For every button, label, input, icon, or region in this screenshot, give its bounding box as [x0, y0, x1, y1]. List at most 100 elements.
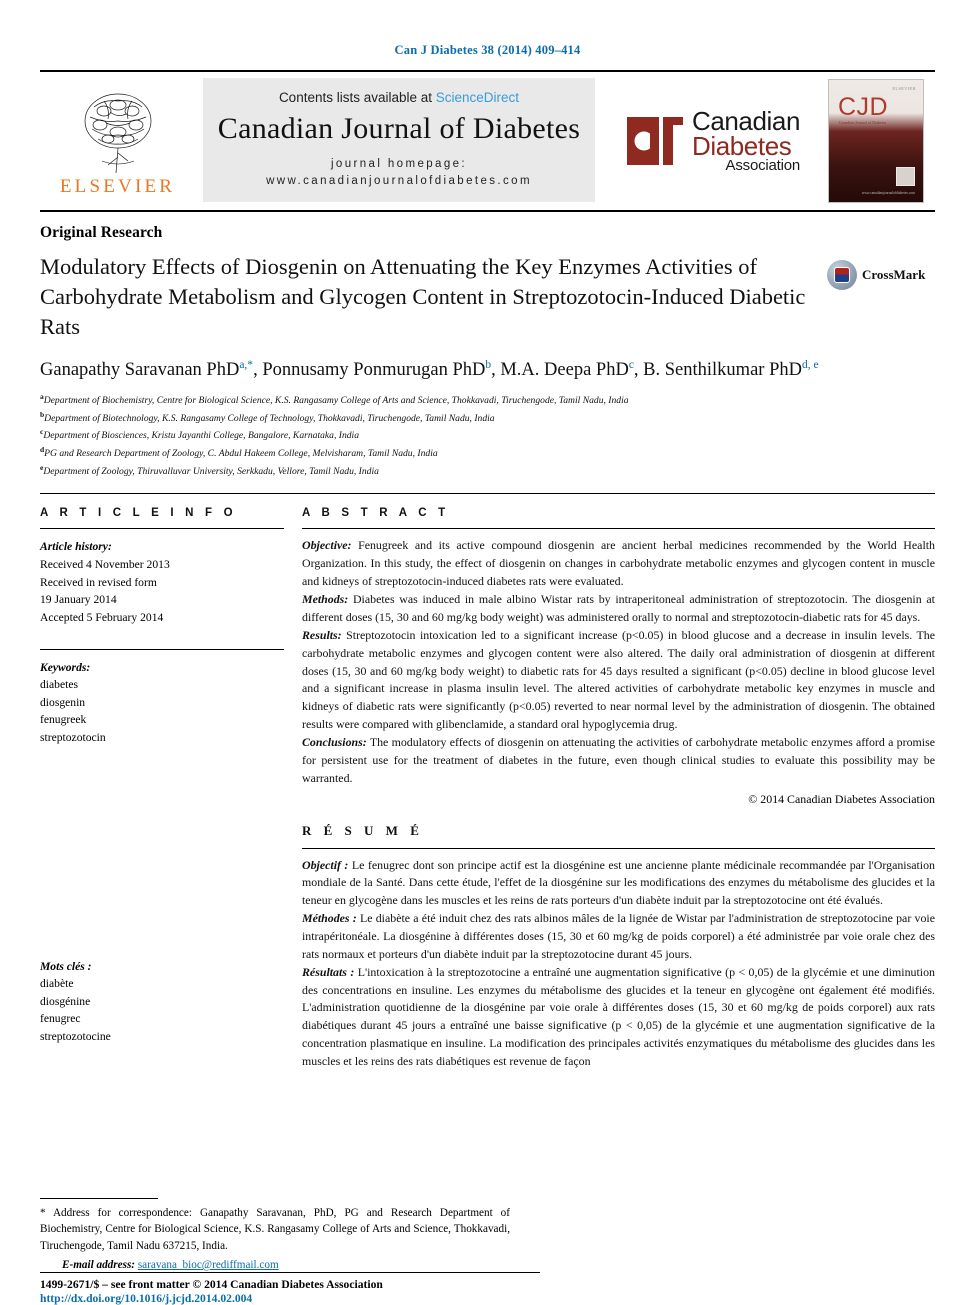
motscles-label: Mots clés :	[40, 959, 92, 973]
resume-objectif-text: Le fenugrec dont son principe actif est …	[302, 857, 936, 908]
motscle-item: fenugrec	[40, 1012, 81, 1026]
abstract-methods: Methods: Diabetes was induced in male al…	[302, 591, 935, 627]
elsevier-logo: ELSEVIER	[40, 72, 195, 210]
keyword-item: diabetes	[40, 678, 78, 692]
resume-methodes-text: Le diabète a été induit chez des rats al…	[302, 911, 935, 961]
journal-cover-block: ELSEVIER CJD Canadian Journal of Diabete…	[820, 72, 932, 210]
journal-homepage: journal homepage: www.canadianjournalofd…	[266, 156, 532, 191]
keyword-item: diosgenin	[40, 695, 86, 709]
affiliation-list: aDepartment of Biochemistry, Centre for …	[40, 391, 935, 480]
resume-divider	[302, 847, 935, 849]
affiliation-item: dPG and Research Department of Zoology, …	[40, 445, 438, 460]
sciencedirect-link[interactable]: ScienceDirect	[436, 90, 519, 105]
history-label: Article history:	[40, 540, 112, 554]
resume-methodes-label: Méthodes :	[302, 911, 357, 926]
keywords-divider	[40, 648, 284, 650]
article-info-column: A R T I C L E I N F O Article history: R…	[40, 507, 302, 1070]
keywords-label: Keywords:	[40, 660, 91, 674]
history-revised-label: Received in revised form	[40, 575, 157, 589]
elsevier-wordmark: ELSEVIER	[59, 175, 176, 197]
keyword-item: streptozotocin	[40, 730, 106, 744]
author-item: B. Senthilkumar PhDd, e	[643, 358, 819, 380]
page-footer: 1499-2671/$ – see front matter © 2014 Ca…	[40, 1272, 540, 1305]
email-label: E-mail address:	[62, 1259, 136, 1271]
resume-resultats-text: L'intoxication à la streptozotocine a en…	[302, 964, 935, 1068]
author-affil-mark: d, e	[801, 358, 819, 371]
abstract-results-label: Results:	[302, 627, 342, 642]
abstract-conclusions-label: Conclusions:	[302, 734, 367, 749]
author-list: Ganapathy Saravanan PhDa,*, Ponnusamy Po…	[40, 358, 819, 380]
running-head: Can J Diabetes 38 (2014) 409–414	[394, 43, 581, 57]
author-item: Ganapathy Saravanan PhDa,*	[40, 358, 254, 380]
resume-resultats: Résultats : L'intoxication à la streptoz…	[302, 964, 935, 1071]
footnote-divider	[40, 1197, 158, 1199]
abstract-conclusions-text: The modulatory effects of diosgenin on a…	[302, 734, 935, 785]
abstract-objective: Objective: Fenugreek and its active comp…	[302, 537, 935, 591]
resume-objectif: Objectif : Le fenugrec dont son principe…	[302, 857, 935, 911]
crossmark-label: CrossMark	[862, 267, 926, 282]
motscles-block: Mots clés : diabète diosgénine fenugrec …	[40, 958, 284, 1046]
keyword-item: fenugreek	[40, 713, 87, 727]
history-received: Received 4 November 2013	[40, 558, 170, 572]
article-type: Original Research	[40, 224, 163, 241]
journal-title: Canadian Journal of Diabetes	[217, 111, 581, 145]
author-affil-mark: b	[485, 358, 492, 371]
footer-divider	[40, 1272, 540, 1273]
page-title: Modulatory Effects of Diosgenin on Atten…	[40, 254, 806, 339]
cda-line-2: Diabetes	[691, 130, 792, 161]
header-divider	[40, 493, 935, 495]
correspondence-footnote: * Address for correspondence: Ganapathy …	[40, 1197, 510, 1271]
article-info-heading: A R T I C L E I N F O	[40, 507, 237, 520]
email-link[interactable]: saravana_bioc@rediffmail.com	[138, 1259, 279, 1271]
contents-prefix: Contents lists available at	[278, 89, 436, 105]
title-row: Modulatory Effects of Diosgenin on Atten…	[40, 252, 935, 342]
affiliation-item: cDepartment of Biosciences, Kristu Jayan…	[40, 427, 360, 442]
issn-line: 1499-2671/$ – see front matter © 2014 Ca…	[40, 1278, 383, 1291]
journal-masthead: ELSEVIER Contents lists available at Sci…	[40, 70, 935, 212]
crossmark-icon	[827, 260, 857, 290]
cover-url: www.canadianjournalofdiabetes.com	[861, 191, 915, 195]
affiliation-item: bDepartment of Biotechnology, K.S. Ranga…	[40, 409, 495, 424]
journal-cover-image: ELSEVIER CJD Canadian Journal of Diabete…	[828, 79, 924, 203]
homepage-url[interactable]: www.canadianjournalofdiabetes.com	[266, 173, 532, 190]
cover-subtitle: Canadian Journal of Diabetes	[839, 120, 887, 125]
email-line: E-mail address: saravana_bioc@rediffmail…	[40, 1259, 510, 1271]
article-info-divider	[40, 528, 284, 530]
elsevier-tree-icon	[84, 93, 151, 173]
content-columns: A R T I C L E I N F O Article history: R…	[40, 507, 935, 1070]
doi-link[interactable]: http://dx.doi.org/10.1016/j.jcjd.2014.02…	[40, 1292, 540, 1305]
motscle-item: diabète	[40, 977, 74, 991]
cda-wordmark: Canadian Diabetes Association	[691, 108, 801, 174]
affiliation-item: eDepartment of Zoology, Thiruvalluvar Un…	[40, 462, 379, 477]
journal-title-block: Contents lists available at ScienceDirec…	[203, 78, 595, 202]
affiliation-item: aDepartment of Biochemistry, Centre for …	[40, 391, 629, 407]
cda-line-3: Association	[725, 156, 801, 174]
keywords-block: Keywords: diabetes diosgenin fenugreek s…	[40, 659, 284, 747]
cda-logo-block: Canadian Diabetes Association	[605, 72, 820, 210]
abstract-column: A B S T R A C T Objective: Fenugreek and…	[302, 507, 935, 1070]
history-accepted: Accepted 5 February 2014	[40, 610, 164, 624]
abstract-results: Results: Streptozotocin intoxication led…	[302, 627, 935, 734]
homepage-label: journal homepage:	[330, 157, 468, 170]
crossmark-badge[interactable]: CrossMark	[827, 252, 935, 290]
article-history: Article history: Received 4 November 201…	[40, 538, 284, 626]
cover-brand: ELSEVIER	[892, 86, 916, 91]
abstract-results-text: Streptozotocin intoxication led to a sig…	[302, 627, 935, 732]
author-affil-mark: a,*	[239, 358, 254, 371]
abstract-conclusions: Conclusions: The modulatory effects of d…	[302, 734, 935, 788]
motscle-item: streptozotocine	[40, 1030, 111, 1044]
author-affil-mark: c	[628, 358, 634, 371]
resume-heading: R É S U M É	[302, 822, 424, 838]
abstract-divider	[302, 528, 935, 530]
resume-methodes: Méthodes : Le diabète a été induit chez …	[302, 910, 935, 964]
abstract-heading: A B S T R A C T	[302, 507, 450, 520]
contents-available-line: Contents lists available at ScienceDirec…	[279, 90, 519, 105]
motscle-item: diosgénine	[40, 994, 91, 1008]
author-item: Ponnusamy Ponmurugan PhDb	[262, 358, 492, 380]
cda-emblem-icon	[626, 117, 683, 165]
abstract-objective-text: Fenugreek and its active compound diosge…	[302, 538, 935, 589]
correspondence-text: * Address for correspondence: Ganapathy …	[40, 1206, 510, 1253]
abstract-methods-label: Methods:	[302, 592, 349, 607]
paper-page: Can J Diabetes 38 (2014) 409–414 ELSEVIE…	[0, 0, 975, 1305]
cover-title: CJD	[838, 93, 889, 121]
